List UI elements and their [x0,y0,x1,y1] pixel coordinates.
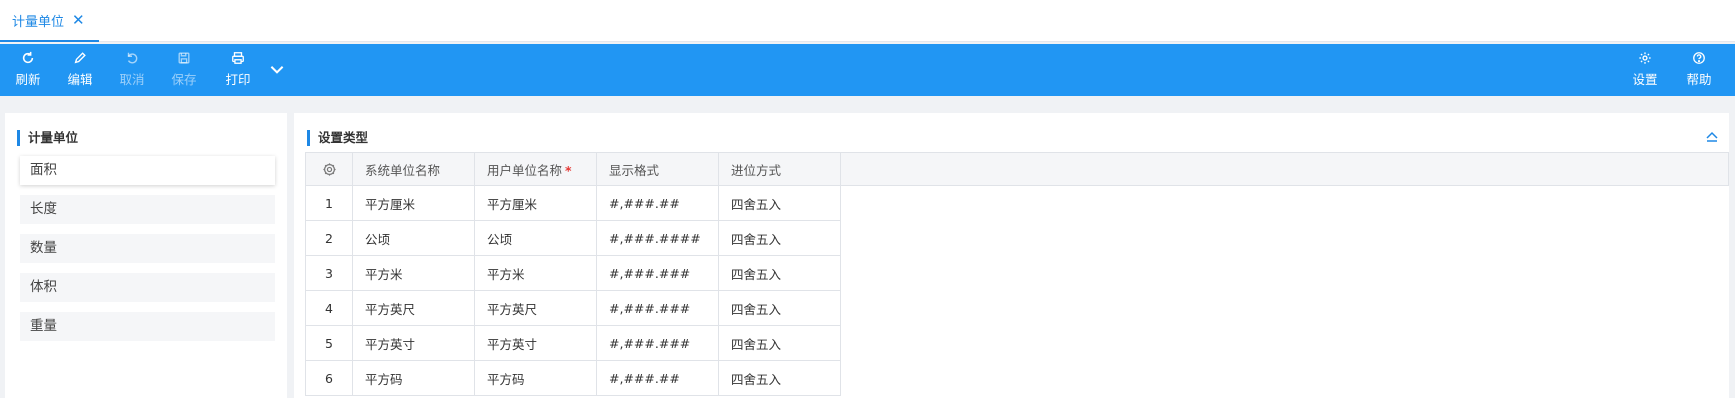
print-label: 打印 [225,72,251,87]
cell-user-name[interactable]: 平方米 [474,255,597,291]
gear-icon[interactable] [322,162,337,177]
panel-title: 设置类型 [307,130,368,146]
column-header-label: 进位方式 [731,162,782,178]
toolbar: 刷新 编辑 取消 保存 打印 设置 帮助 [0,44,1735,96]
cell-format[interactable]: #,###.### [596,290,719,326]
cell-rounding[interactable]: 四舍五入 [718,290,841,326]
table-header-row: 系统单位名称 用户单位名称 * 显示格式 进位方式 [305,152,841,186]
gear-icon [1637,50,1653,66]
table-row[interactable]: 4 平方英尺 平方英尺 #,###.### 四舍五入 [305,290,841,326]
column-header-format[interactable]: 显示格式 [596,152,719,186]
column-header-rounding[interactable]: 进位方式 [718,152,841,186]
column-header-label: 显示格式 [609,162,660,178]
refresh-button[interactable]: 刷新 [6,50,50,92]
settings-panel: 设置类型 系统单位名称 用户单位名称 * 显示格式 进位方式 1 平方厘米 平方厘… [294,113,1729,398]
cell-rounding[interactable]: 四舍五入 [718,325,841,361]
required-mark: * [565,162,572,178]
chevron-up-icon[interactable] [1705,130,1719,142]
table-row[interactable]: 6 平方码 平方码 #,###.## 四舍五入 [305,360,841,396]
unit-item-weight[interactable]: 重量 [20,312,275,341]
row-number: 5 [305,325,353,361]
edit-button[interactable]: 编辑 [58,50,102,92]
table-row[interactable]: 2 公顷 公顷 #,###.#### 四舍五入 [305,220,841,256]
save-icon [176,50,192,66]
row-number: 3 [305,255,353,291]
unit-item-quantity[interactable]: 数量 [20,234,275,263]
row-number: 2 [305,220,353,256]
cell-user-name[interactable]: 公顷 [474,220,597,256]
cell-rounding[interactable]: 四舍五入 [718,360,841,396]
edit-label: 编辑 [67,72,93,87]
cell-format[interactable]: #,###.### [596,255,719,291]
table-row[interactable]: 1 平方厘米 平方厘米 #,###.## 四舍五入 [305,185,841,221]
cancel-button[interactable]: 取消 [110,50,154,92]
cell-user-name[interactable]: 平方码 [474,360,597,396]
help-button[interactable]: 帮助 [1677,50,1721,92]
save-button[interactable]: 保存 [162,50,206,92]
unit-item-volume[interactable]: 体积 [20,273,275,302]
cell-format[interactable]: #,###.#### [596,220,719,256]
cell-rounding[interactable]: 四舍五入 [718,255,841,291]
cell-system-name[interactable]: 公顷 [352,220,475,256]
close-icon[interactable]: ✕ [72,12,85,28]
help-icon [1691,50,1707,66]
column-header-label: 用户单位名称 [487,162,563,178]
tab-bar: 计量单位 ✕ [0,0,1735,42]
unit-item-area[interactable]: 面积 [20,156,275,185]
cell-rounding[interactable]: 四舍五入 [718,220,841,256]
cell-user-name[interactable]: 平方英寸 [474,325,597,361]
settings-label: 设置 [1632,72,1658,87]
unit-table: 系统单位名称 用户单位名称 * 显示格式 进位方式 1 平方厘米 平方厘米 #,#… [305,152,841,396]
table-row[interactable]: 3 平方米 平方米 #,###.### 四舍五入 [305,255,841,291]
pencil-icon [72,50,88,66]
column-settings-cell[interactable] [305,152,353,186]
cell-system-name[interactable]: 平方厘米 [352,185,475,221]
column-header-label: 系统单位名称 [365,162,441,178]
unit-item-length[interactable]: 长度 [20,195,275,224]
print-button[interactable]: 打印 [216,50,260,92]
help-label: 帮助 [1686,72,1712,87]
unit-category-panel: 计量单位 面积 长度 数量 体积 重量 [5,113,287,398]
column-header-user-name[interactable]: 用户单位名称 * [474,152,597,186]
cell-format[interactable]: #,###.### [596,325,719,361]
save-label: 保存 [171,72,197,87]
undo-icon [124,50,140,66]
panel-title: 计量单位 [17,130,78,146]
refresh-label: 刷新 [15,72,41,87]
row-number: 1 [305,185,353,221]
printer-icon [230,50,246,66]
cell-system-name[interactable]: 平方英寸 [352,325,475,361]
tab-measurement-unit[interactable]: 计量单位 ✕ [0,0,99,42]
refresh-icon [20,50,36,66]
chevron-down-icon[interactable] [268,60,286,78]
row-number: 4 [305,290,353,326]
column-header-system-name[interactable]: 系统单位名称 [352,152,475,186]
cell-user-name[interactable]: 平方厘米 [474,185,597,221]
tab-label: 计量单位 [12,14,65,30]
settings-button[interactable]: 设置 [1623,50,1667,92]
cell-format[interactable]: #,###.## [596,185,719,221]
cell-format[interactable]: #,###.## [596,360,719,396]
cell-system-name[interactable]: 平方码 [352,360,475,396]
cancel-label: 取消 [119,72,145,87]
table-row[interactable]: 5 平方英寸 平方英寸 #,###.### 四舍五入 [305,325,841,361]
cell-user-name[interactable]: 平方英尺 [474,290,597,326]
cell-rounding[interactable]: 四舍五入 [718,185,841,221]
row-number: 6 [305,360,353,396]
cell-system-name[interactable]: 平方英尺 [352,290,475,326]
cell-system-name[interactable]: 平方米 [352,255,475,291]
